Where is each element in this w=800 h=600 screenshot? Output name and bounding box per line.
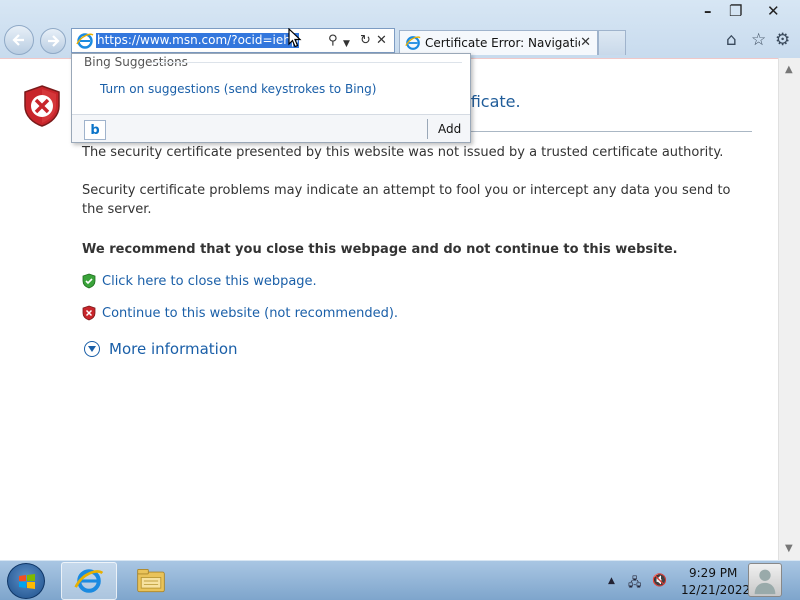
volume-muted-icon[interactable]: 🔇 xyxy=(652,573,667,587)
windows-logo-icon xyxy=(19,574,35,589)
new-tab-button[interactable] xyxy=(598,30,626,55)
taskbar-file-explorer[interactable] xyxy=(124,562,180,600)
restore-button[interactable]: ❐ xyxy=(729,2,742,20)
search-provider-bar: b Add xyxy=(72,114,470,142)
tab-certificate-error[interactable]: Certificate Error: Navigation... ✕ xyxy=(399,30,598,55)
certificate-warning: Security certificate problems may indica… xyxy=(82,183,731,217)
add-provider-button[interactable]: Add xyxy=(438,122,461,136)
tab-close-icon[interactable]: ✕ xyxy=(580,35,591,50)
bing-provider-button[interactable]: b xyxy=(84,120,106,140)
stop-icon[interactable]: ✕ xyxy=(376,33,387,49)
forward-button[interactable] xyxy=(40,28,66,54)
continue-website-row[interactable]: Continue to this website (not recommende… xyxy=(82,304,398,322)
recommendation-text: We recommend that you close this webpage… xyxy=(82,242,678,257)
dropdown-chevron-icon[interactable]: ▼ xyxy=(343,36,350,52)
red-shield-small-icon xyxy=(82,305,96,321)
red-shield-x-icon xyxy=(24,85,60,127)
turn-on-suggestions-link[interactable]: Turn on suggestions (send keystrokes to … xyxy=(100,82,376,96)
close-webpage-row[interactable]: Click here to close this webpage. xyxy=(82,272,317,290)
network-icon[interactable]: 🖧 xyxy=(628,573,641,594)
clock-date[interactable]: 12/21/2022 xyxy=(681,583,750,597)
browser-toolbar: https://www.msn.com/?ocid=iehp ⚲ ▼ ↻ ✕ C… xyxy=(0,0,800,58)
taskbar-internet-explorer[interactable] xyxy=(61,562,117,600)
suggestions-divider xyxy=(152,62,462,63)
folder-icon xyxy=(137,569,165,593)
back-button[interactable] xyxy=(4,25,34,55)
user-account-icon[interactable] xyxy=(748,563,782,597)
minimize-button[interactable]: – xyxy=(704,2,712,20)
internet-explorer-icon xyxy=(74,569,104,593)
start-button[interactable] xyxy=(7,563,45,599)
tools-gear-icon[interactable]: ⚙ xyxy=(775,31,790,49)
forward-arrow-icon xyxy=(48,35,60,47)
scroll-down-icon[interactable]: ▼ xyxy=(785,543,793,554)
mouse-cursor-icon xyxy=(288,28,302,48)
clock-time[interactable]: 9:29 PM xyxy=(689,566,737,580)
favorites-star-icon[interactable]: ☆ xyxy=(751,31,766,49)
address-text[interactable]: https://www.msn.com/?ocid=iehp xyxy=(96,33,300,48)
taskbar: ▲ 🖧 🔇 xyxy=(0,560,800,600)
home-icon[interactable]: ⌂ xyxy=(726,31,737,49)
more-information-link[interactable]: More information xyxy=(109,340,238,358)
scroll-up-icon[interactable]: ▲ xyxy=(785,64,793,75)
address-bar[interactable]: https://www.msn.com/?ocid=iehp ⚲ ▼ ↻ ✕ xyxy=(71,28,395,53)
refresh-icon[interactable]: ↻ xyxy=(360,33,371,49)
close-window-button[interactable]: ✕ xyxy=(767,2,780,20)
vertical-scrollbar[interactable]: ▲ ▼ xyxy=(778,58,800,560)
user-silhouette-icon xyxy=(754,569,776,595)
ie-tab-icon xyxy=(405,36,421,50)
back-arrow-icon xyxy=(12,34,24,46)
certificate-description: The security certificate presented by th… xyxy=(82,145,724,160)
bing-suggestions-dropdown: Bing Suggestions Turn on suggestions (se… xyxy=(71,53,471,143)
close-webpage-link[interactable]: Click here to close this webpage. xyxy=(102,274,317,289)
add-divider xyxy=(427,119,428,139)
continue-website-link[interactable]: Continue to this website (not recommende… xyxy=(102,306,398,321)
ie-page-icon xyxy=(76,33,94,49)
show-hidden-icons-button[interactable]: ▲ xyxy=(608,576,615,586)
search-icon[interactable]: ⚲ xyxy=(328,33,338,49)
green-shield-icon xyxy=(82,273,96,289)
expand-chevron-icon xyxy=(84,341,100,357)
tab-title: Certificate Error: Navigation... xyxy=(425,36,580,50)
more-information-toggle[interactable]: More information xyxy=(84,340,238,358)
